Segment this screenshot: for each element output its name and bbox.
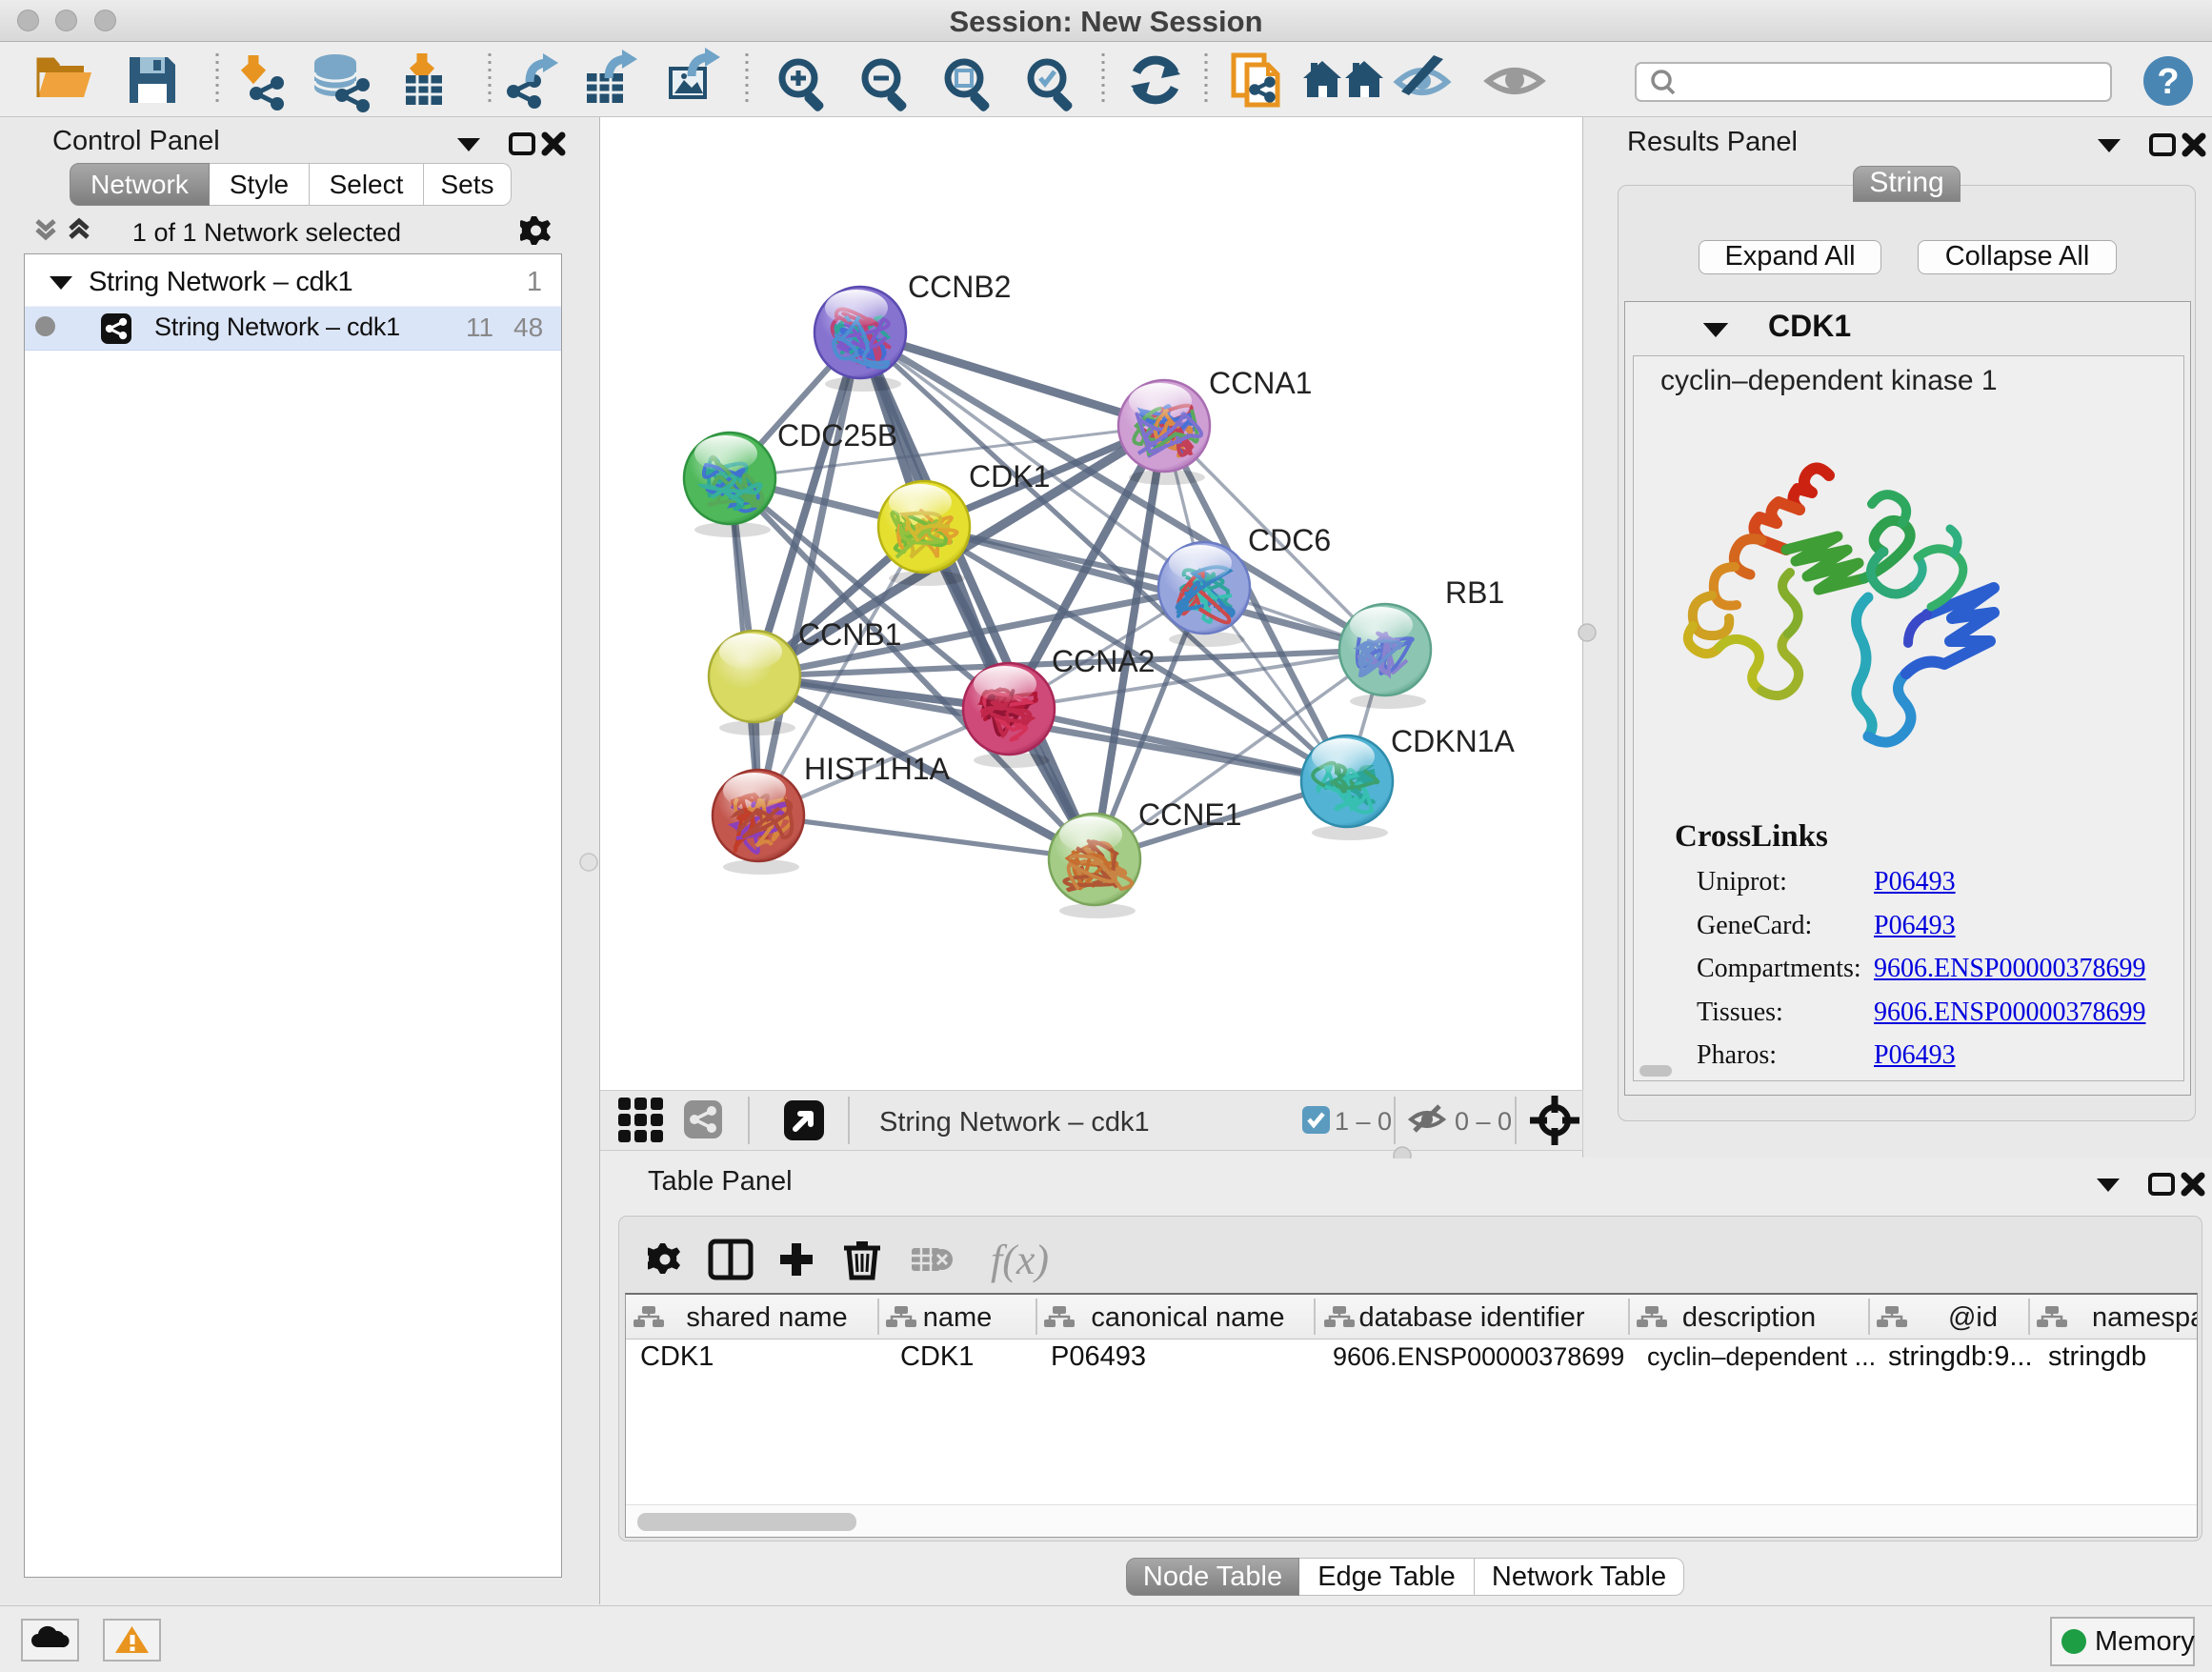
svg-text:f(x): f(x) [991,1237,1049,1283]
svg-text:namespace: namespace [2092,1302,2197,1333]
svg-text:CDK1: CDK1 [969,459,1050,494]
svg-text:?: ? [2157,62,2179,102]
svg-text:HIST1H1A: HIST1H1A [804,752,951,786]
svg-text:CCNA1: CCNA1 [1209,366,1312,400]
svg-text:String Network – cdk1: String Network – cdk1 [879,1107,1150,1138]
svg-text:shared name: shared name [686,1302,847,1333]
svg-text:CDKN1A: CDKN1A [1391,724,1515,758]
svg-text:database identifier: database identifier [1359,1302,1585,1333]
svg-text:CDC25B: CDC25B [777,418,897,453]
svg-text:CCNB2: CCNB2 [908,270,1011,304]
svg-text:CCNE1: CCNE1 [1138,797,1241,832]
svg-text:name: name [923,1302,993,1333]
svg-text:RB1: RB1 [1445,575,1504,610]
svg-text:1 – 0: 1 – 0 [1335,1107,1392,1136]
svg-text:CDC6: CDC6 [1248,523,1331,557]
svg-text:0 – 0: 0 – 0 [1455,1107,1512,1136]
svg-text:@id: @id [1948,1302,1998,1333]
svg-text:description: description [1682,1302,1816,1333]
svg-text:CCNA2: CCNA2 [1052,644,1155,678]
svg-text:canonical name: canonical name [1091,1302,1284,1333]
svg-text:CCNB1: CCNB1 [798,617,901,652]
